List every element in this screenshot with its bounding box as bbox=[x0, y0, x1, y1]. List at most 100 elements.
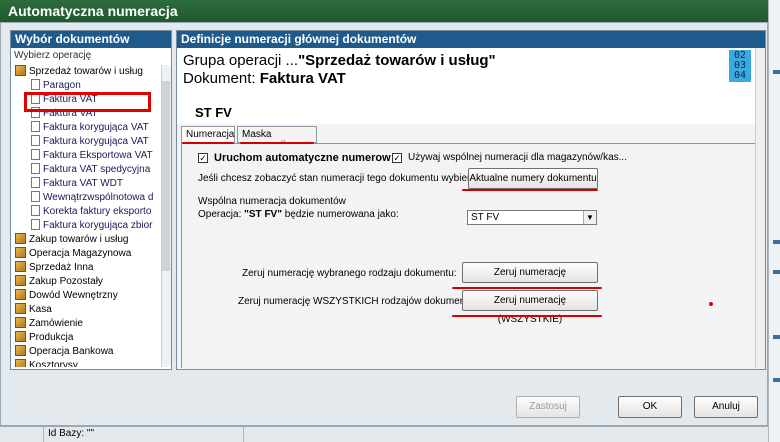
document-icon bbox=[31, 121, 40, 132]
annotation-underline bbox=[240, 142, 314, 144]
group-prefix: Grupa operacji ... bbox=[183, 52, 299, 69]
reset-all-text: Zeruj numerację WSZYSTKICH rodzajów doku… bbox=[238, 296, 477, 307]
annotation-underline bbox=[452, 315, 602, 317]
tree-item[interactable]: Faktura VAT spedycyjna bbox=[31, 163, 150, 176]
tree-item[interactable]: Kosztorysy bbox=[15, 359, 78, 367]
tree-item[interactable]: Sprzedaż towarów i usług bbox=[15, 65, 143, 78]
cancel-button[interactable]: Anuluj bbox=[694, 396, 758, 418]
folder-icon bbox=[15, 345, 26, 356]
tree-item-label: Produkcja bbox=[29, 332, 74, 343]
tree-item-label: Faktura Eksportowa VAT bbox=[43, 150, 153, 161]
tree-item[interactable]: Kasa bbox=[15, 303, 52, 316]
strip-mark bbox=[773, 378, 780, 382]
reset-all-numbering-button[interactable]: Zeruj numerację (WSZYSTKIE) bbox=[462, 290, 598, 325]
tree-item-label: Zakup Pozostały bbox=[29, 276, 103, 287]
auto-numbering-checkbox[interactable]: ✓ bbox=[198, 153, 208, 163]
background-window-strip bbox=[768, 0, 780, 442]
folder-icon bbox=[15, 317, 26, 328]
tree-item-label: Faktura korygująca zbior bbox=[43, 220, 153, 231]
tab-maska-numeracji[interactable]: Maska numeracji bbox=[237, 126, 317, 151]
tree-item[interactable]: Korekta faktury eksporto bbox=[31, 205, 151, 218]
folder-icon bbox=[15, 303, 26, 314]
document-selection-panel: Wybór dokumentów Wybierz operację Sprzed… bbox=[10, 30, 172, 370]
tree-item[interactable]: Operacja Magazynowa bbox=[15, 247, 131, 260]
tab-numeracja[interactable]: Numeracja bbox=[181, 126, 235, 143]
calendar-icon: 02 03 04 bbox=[729, 50, 751, 82]
tree-item[interactable]: Sprzedaż Inna bbox=[15, 261, 94, 274]
tree-item[interactable]: Faktura VAT WDT bbox=[31, 177, 123, 190]
annotation-underline bbox=[462, 189, 598, 191]
group-name: "Sprzedaż towarów i usług" bbox=[298, 52, 496, 69]
tree-item[interactable]: Zakup towarów i usług bbox=[15, 233, 129, 246]
tree-item[interactable]: Faktura korygująca VAT bbox=[31, 135, 149, 148]
tree-scrollbar-thumb[interactable] bbox=[162, 81, 170, 271]
tree-item[interactable]: Paragon bbox=[31, 79, 81, 92]
auto-numbering-label: Uruchom automatyczne numerow bbox=[214, 152, 391, 164]
folder-icon bbox=[15, 289, 26, 300]
tree-item[interactable]: Faktura Eksportowa VAT bbox=[31, 149, 153, 162]
document-icon bbox=[31, 79, 40, 90]
current-numbers-button[interactable]: Aktualne numery dokumentu bbox=[468, 168, 598, 189]
folder-icon bbox=[15, 261, 26, 272]
folder-icon bbox=[15, 65, 26, 76]
tree-item[interactable]: Zakup Pozostały bbox=[15, 275, 103, 288]
document-icon bbox=[31, 205, 40, 216]
operation-prompt: Wybierz operację bbox=[14, 50, 92, 61]
apply-button[interactable]: Zastosuj bbox=[516, 396, 580, 418]
document-icon bbox=[31, 163, 40, 174]
strip-mark bbox=[773, 335, 780, 339]
shared-numbering-checkbox[interactable]: ✓ bbox=[392, 153, 402, 163]
document-code: ST FV bbox=[195, 105, 232, 120]
tree-item[interactable]: Produkcja bbox=[15, 331, 73, 344]
tree-item[interactable]: Faktura korygująca VAT bbox=[31, 121, 149, 134]
folder-icon bbox=[15, 275, 26, 286]
operation-numbering-text: Operacja: "ST FV" będzie numerowana jako… bbox=[198, 209, 399, 220]
tree-item-label: Faktura VAT spedycyjna bbox=[43, 164, 151, 175]
document-icon bbox=[31, 191, 40, 202]
tree-item-label: Kosztorysy bbox=[29, 360, 78, 367]
document-type: Dokument: Faktura VAT bbox=[183, 70, 346, 87]
status-cell bbox=[0, 427, 44, 442]
document-icon bbox=[31, 135, 40, 146]
strip-mark bbox=[773, 240, 780, 244]
strip-mark bbox=[773, 70, 780, 74]
operation-group: Grupa operacji ..."Sprzedaż towarów i us… bbox=[183, 52, 496, 69]
document-prefix: Dokument: bbox=[183, 70, 260, 87]
tree-item[interactable]: Wewnątrzwspólnotowa d bbox=[31, 191, 153, 204]
ok-button[interactable]: OK bbox=[618, 396, 682, 418]
panel-scrollbar[interactable] bbox=[755, 48, 765, 368]
folder-icon bbox=[15, 331, 26, 342]
operation-suffix: będzie numerowana jako: bbox=[284, 209, 399, 220]
operation-code: "ST FV" bbox=[244, 209, 282, 220]
operation-prefix: Operacja: bbox=[198, 209, 242, 220]
tree-item-label: Sprzedaż towarów i usług bbox=[29, 66, 143, 77]
tree-item-label: Faktura VAT WDT bbox=[43, 178, 124, 189]
document-icon bbox=[31, 149, 40, 160]
tree-item-label: Operacja Bankowa bbox=[29, 346, 114, 357]
tree-item-label: Sprzedaż Inna bbox=[29, 262, 94, 273]
document-icon bbox=[31, 219, 40, 230]
tree-item-label: Operacja Magazynowa bbox=[29, 248, 132, 259]
annotation-underline bbox=[182, 142, 234, 144]
tree-item-label: Paragon bbox=[43, 80, 81, 91]
state-info-text: Jeśli chcesz zobaczyć stan numeracji teg… bbox=[198, 173, 484, 184]
tree-item-label: Dowód Wewnętrzny bbox=[29, 290, 118, 301]
shared-numbering-title: Wspólna numeracja dokumentów bbox=[198, 196, 346, 207]
chevron-down-icon[interactable]: ▼ bbox=[583, 211, 596, 224]
reset-numbering-button[interactable]: Zeruj numerację bbox=[462, 262, 598, 283]
tree-item[interactable]: Zamówienie bbox=[15, 317, 83, 330]
tree-item[interactable]: Faktura korygująca zbior bbox=[31, 219, 153, 232]
numeracja-tab-content: ✓ Uruchom automatyczne numerow ✓ Używaj … bbox=[181, 144, 761, 368]
tree-item[interactable]: Dowód Wewnętrzny bbox=[15, 289, 118, 302]
select-value: ST FV bbox=[471, 212, 500, 223]
numbering-definition-panel: Definicje numeracji głównej dokumentów G… bbox=[176, 30, 766, 370]
shared-numbering-label: Używaj wspólnej numeracji dla magazynów/… bbox=[408, 152, 627, 163]
tree-item[interactable]: Operacja Bankowa bbox=[15, 345, 114, 358]
document-info-area: Grupa operacji ..."Sprzedaż towarów i us… bbox=[177, 48, 765, 124]
tree-item-label: Kasa bbox=[29, 304, 52, 315]
right-panel-header: Definicje numeracji głównej dokumentów bbox=[177, 31, 765, 48]
tree-item-label: Zamówienie bbox=[29, 318, 83, 329]
calendar-line: 04 bbox=[733, 70, 747, 81]
annotation-highlight-box bbox=[24, 92, 151, 112]
numbering-select[interactable]: ST FV ▼ bbox=[467, 210, 597, 225]
